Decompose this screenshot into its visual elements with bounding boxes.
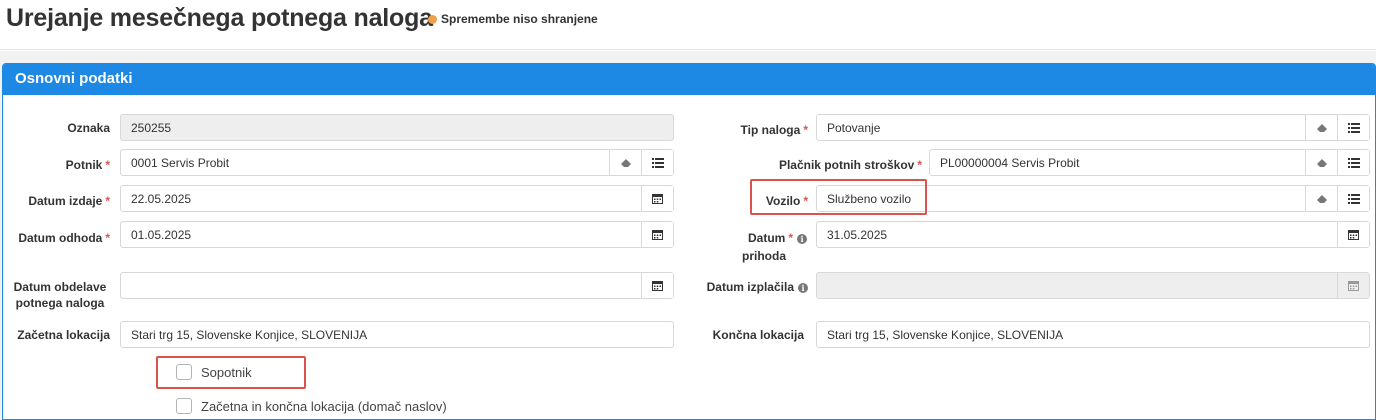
unsaved-status-text: Spremembe niso shranjene bbox=[441, 12, 598, 26]
datum-prihoda-field[interactable]: 31.05.2025 bbox=[816, 221, 1370, 248]
placnik-clear-button[interactable] bbox=[1305, 150, 1337, 175]
calendar-icon bbox=[652, 281, 663, 291]
zacetna-lokacija-value[interactable]: Stari trg 15, Slovenske Konjice, SLOVENI… bbox=[121, 322, 673, 347]
potnik-list-button[interactable] bbox=[641, 150, 673, 175]
domac-naslov-label: Začetna in končna lokacija (domač naslov… bbox=[201, 398, 447, 414]
datum-izdaje-value[interactable]: 22.05.2025 bbox=[121, 186, 641, 211]
koncna-lokacija-field[interactable]: Stari trg 15, Slovenske Konjice, SLOVENI… bbox=[816, 321, 1370, 348]
page-title: Urejanje mesečnega potnega naloga bbox=[6, 4, 433, 32]
datum-prihoda-calendar-button[interactable] bbox=[1337, 222, 1369, 247]
placnik-label: Plačnik potnih stroškov * bbox=[778, 158, 922, 172]
datum-izplacila-value bbox=[817, 273, 1337, 298]
vozilo-highlight bbox=[750, 179, 927, 215]
vozilo-list-button[interactable] bbox=[1337, 186, 1369, 211]
eraser-icon bbox=[1316, 194, 1327, 203]
status-dot-icon bbox=[428, 14, 437, 24]
potnik-label: Potnik * bbox=[65, 158, 110, 172]
required-mark: * bbox=[105, 158, 110, 172]
oznaka-value: 250255 bbox=[131, 121, 172, 135]
calendar-icon bbox=[1348, 281, 1359, 291]
vozilo-clear-button[interactable] bbox=[1305, 186, 1337, 211]
datum-izplacila-field bbox=[816, 272, 1370, 299]
tip-naloga-list-button[interactable] bbox=[1337, 115, 1369, 140]
datum-odhoda-value[interactable]: 01.05.2025 bbox=[121, 222, 641, 247]
eraser-icon bbox=[1316, 158, 1327, 167]
header-bar: Urejanje mesečnega potnega naloga Spreme… bbox=[0, 0, 1376, 50]
datum-obdelave-label: Datum obdelave potnega naloga bbox=[13, 280, 107, 310]
info-icon: i bbox=[797, 234, 808, 244]
datum-izplacila-calendar-button bbox=[1337, 273, 1369, 298]
datum-izdaje-calendar-button[interactable] bbox=[641, 186, 673, 211]
potnik-value[interactable]: 0001 Servis Probit bbox=[121, 150, 609, 175]
oznaka-field: 250255 bbox=[120, 114, 674, 141]
list-icon bbox=[651, 157, 664, 168]
eraser-icon bbox=[1316, 123, 1327, 132]
eraser-icon bbox=[620, 158, 631, 167]
list-icon bbox=[1347, 122, 1360, 133]
panel-title: Osnovni podatki bbox=[3, 64, 1375, 95]
tip-naloga-label: Tip naloga * bbox=[740, 123, 808, 137]
datum-odhoda-label: Datum odhoda * bbox=[18, 231, 110, 245]
calendar-icon bbox=[1348, 230, 1359, 240]
tip-naloga-field[interactable]: Potovanje bbox=[816, 114, 1370, 141]
datum-obdelave-value[interactable] bbox=[121, 273, 641, 298]
tip-naloga-value[interactable]: Potovanje bbox=[817, 115, 1305, 140]
datum-prihoda-label: Datum * i prihoda bbox=[740, 230, 810, 264]
domac-naslov-checkbox[interactable]: Začetna in končna lokacija (domač naslov… bbox=[176, 398, 447, 414]
unsaved-status: Spremembe niso shranjene bbox=[428, 12, 598, 26]
datum-odhoda-calendar-button[interactable] bbox=[641, 222, 673, 247]
koncna-lokacija-value[interactable]: Stari trg 15, Slovenske Konjice, SLOVENI… bbox=[817, 322, 1369, 347]
potnik-clear-button[interactable] bbox=[609, 150, 641, 175]
info-icon: i bbox=[798, 283, 808, 293]
tip-naloga-clear-button[interactable] bbox=[1305, 115, 1337, 140]
potnik-field[interactable]: 0001 Servis Probit bbox=[120, 149, 674, 176]
datum-obdelave-calendar-button[interactable] bbox=[641, 273, 673, 298]
zacetna-lokacija-field[interactable]: Stari trg 15, Slovenske Konjice, SLOVENI… bbox=[120, 321, 674, 348]
koncna-lokacija-label: Končna lokacija bbox=[712, 328, 804, 342]
list-icon bbox=[1347, 157, 1360, 168]
placnik-value[interactable]: PL00000004 Servis Probit bbox=[930, 150, 1305, 175]
calendar-icon bbox=[652, 194, 663, 204]
datum-odhoda-field[interactable]: 01.05.2025 bbox=[120, 221, 674, 248]
domac-naslov-checkbox-box[interactable] bbox=[176, 398, 192, 414]
placnik-field[interactable]: PL00000004 Servis Probit bbox=[929, 149, 1370, 176]
placnik-list-button[interactable] bbox=[1337, 150, 1369, 175]
datum-obdelave-field[interactable] bbox=[120, 272, 674, 299]
datum-izdaje-field[interactable]: 22.05.2025 bbox=[120, 185, 674, 212]
zacetna-lokacija-label: Začetna lokacija bbox=[17, 328, 110, 342]
list-icon bbox=[1347, 193, 1360, 204]
calendar-icon bbox=[652, 230, 663, 240]
oznaka-label: Oznaka bbox=[67, 121, 110, 135]
datum-prihoda-value[interactable]: 31.05.2025 bbox=[817, 222, 1337, 247]
sopotnik-highlight bbox=[156, 356, 306, 389]
datum-izplacila-label: Datum izplačila i bbox=[690, 279, 808, 295]
datum-izdaje-label: Datum izdaje * bbox=[28, 194, 110, 208]
